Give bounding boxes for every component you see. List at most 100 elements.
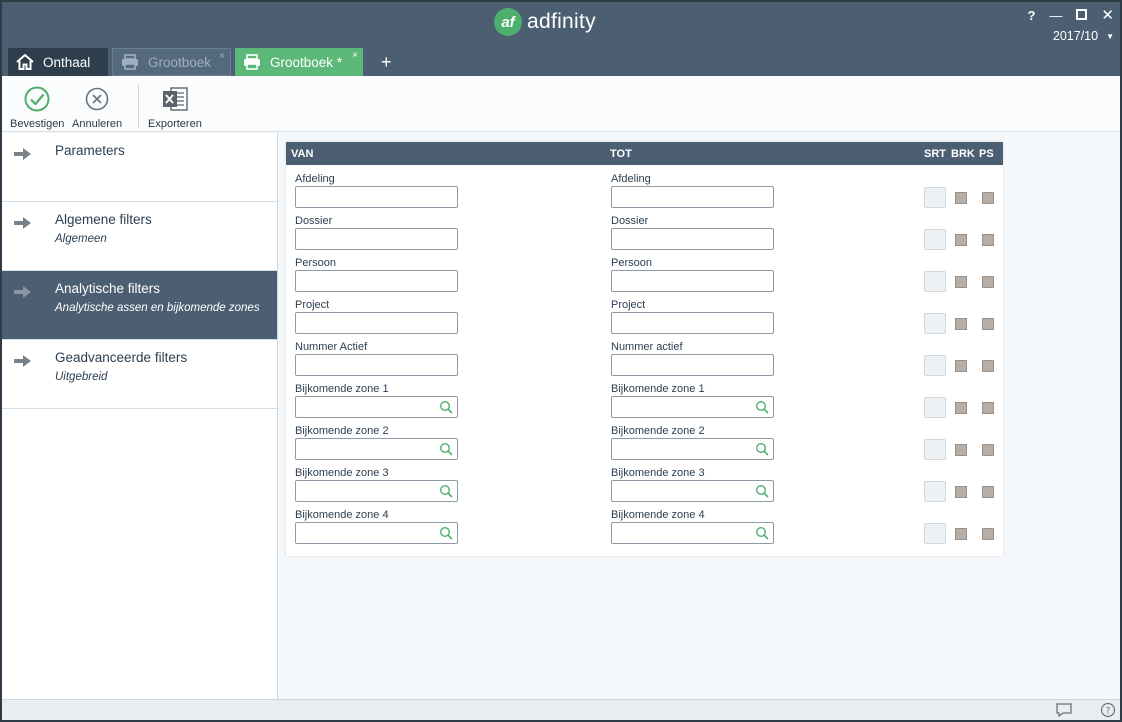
add-tab-button[interactable]: +: [367, 48, 406, 76]
srt-field[interactable]: [924, 397, 946, 418]
cancel-label: Annuleren: [72, 118, 123, 130]
tab-onthaal[interactable]: Onthaal: [8, 48, 108, 76]
search-icon[interactable]: [755, 484, 769, 503]
srt-field[interactable]: [924, 187, 946, 208]
tab-bar: Onthaal Grootboek × Grootboek * × +: [8, 48, 406, 76]
close-button[interactable]: ✕: [1101, 6, 1114, 24]
ps-checkbox[interactable]: [982, 276, 994, 288]
sidebar-item-algemene-filters[interactable]: Algemene filters Algemeen: [2, 202, 277, 271]
ps-checkbox[interactable]: [982, 402, 994, 414]
ps-checkbox[interactable]: [982, 444, 994, 456]
confirm-button[interactable]: Bevestigen: [10, 86, 64, 130]
ps-checkbox[interactable]: [982, 528, 994, 540]
svg-text:?: ?: [1106, 707, 1111, 717]
filter-row: Bijkomende zone 1 Bijkomende zone 1: [286, 383, 1003, 425]
srt-field[interactable]: [924, 229, 946, 250]
tot-input[interactable]: [611, 270, 774, 292]
brk-checkbox[interactable]: [955, 486, 967, 498]
arrow-right-icon: [14, 354, 32, 372]
tot-label: Nummer actief: [611, 341, 683, 353]
help-button[interactable]: ?: [1027, 8, 1035, 23]
chat-icon[interactable]: [1055, 702, 1073, 720]
ps-checkbox[interactable]: [982, 360, 994, 372]
tot-label: Afdeling: [611, 173, 651, 185]
van-input[interactable]: [295, 480, 458, 502]
brk-checkbox[interactable]: [955, 192, 967, 204]
van-input[interactable]: [295, 312, 458, 334]
van-input[interactable]: [295, 228, 458, 250]
export-button[interactable]: Exporteren: [148, 86, 202, 130]
brk-checkbox[interactable]: [955, 318, 967, 330]
search-icon[interactable]: [755, 442, 769, 461]
search-icon[interactable]: [439, 400, 453, 419]
van-input[interactable]: [295, 522, 458, 544]
tot-input[interactable]: [611, 354, 774, 376]
search-icon[interactable]: [439, 526, 453, 545]
maximize-button[interactable]: [1076, 8, 1088, 23]
brk-checkbox[interactable]: [955, 444, 967, 456]
sidebar-item-parameters[interactable]: Parameters: [2, 133, 277, 202]
cancel-button[interactable]: Annuleren: [72, 86, 122, 130]
brk-checkbox[interactable]: [955, 234, 967, 246]
window-controls: ? — ✕: [1027, 6, 1114, 24]
tot-input[interactable]: [611, 186, 774, 208]
search-icon[interactable]: [755, 526, 769, 545]
search-icon[interactable]: [755, 400, 769, 419]
tot-label: Bijkomende zone 4: [611, 509, 705, 521]
header-van: VAN: [291, 148, 314, 160]
ps-checkbox[interactable]: [982, 318, 994, 330]
tab-close-icon[interactable]: ×: [219, 51, 225, 62]
brk-checkbox[interactable]: [955, 276, 967, 288]
ps-checkbox[interactable]: [982, 192, 994, 204]
sidebar-item-title: Algemene filters: [55, 212, 152, 227]
srt-field[interactable]: [924, 439, 946, 460]
header-tot: TOT: [610, 148, 632, 160]
tab-grootboek-1[interactable]: Grootboek ×: [112, 48, 231, 76]
van-label: Afdeling: [295, 173, 335, 185]
toolbar-divider: [138, 84, 139, 128]
period-selector[interactable]: 2017/10 ▼: [1053, 29, 1114, 43]
tot-input[interactable]: [611, 312, 774, 334]
period-value: 2017/10: [1052, 29, 1099, 43]
srt-field[interactable]: [924, 271, 946, 292]
filter-row: Dossier Dossier: [286, 215, 1003, 257]
srt-field[interactable]: [924, 313, 946, 334]
ps-checkbox[interactable]: [982, 234, 994, 246]
tab-close-icon[interactable]: ×: [352, 50, 358, 61]
help-circle-icon[interactable]: ?: [1100, 702, 1116, 720]
van-label: Bijkomende zone 1: [295, 383, 389, 395]
tot-input[interactable]: [611, 396, 774, 418]
srt-field[interactable]: [924, 355, 946, 376]
tab-grootboek-2[interactable]: Grootboek * ×: [235, 48, 363, 76]
tot-input[interactable]: [611, 438, 774, 460]
van-input[interactable]: [295, 354, 458, 376]
brk-checkbox[interactable]: [955, 402, 967, 414]
tot-input[interactable]: [611, 522, 774, 544]
van-input[interactable]: [295, 396, 458, 418]
brk-checkbox[interactable]: [955, 528, 967, 540]
filter-row: Persoon Persoon: [286, 257, 1003, 299]
header-ps: PS: [979, 148, 994, 160]
filter-row: Bijkomende zone 4 Bijkomende zone 4: [286, 509, 1003, 551]
van-input[interactable]: [295, 186, 458, 208]
tot-label: Bijkomende zone 2: [611, 425, 705, 437]
search-icon[interactable]: [439, 442, 453, 461]
srt-field[interactable]: [924, 523, 946, 544]
panel-header: VAN TOT SRT BRK PS: [286, 142, 1003, 165]
van-input[interactable]: [295, 270, 458, 292]
sidebar: Parameters Algemene filters Algemeen Ana…: [2, 133, 278, 699]
tot-input[interactable]: [611, 228, 774, 250]
search-icon[interactable]: [439, 484, 453, 503]
brk-checkbox[interactable]: [955, 360, 967, 372]
ps-checkbox[interactable]: [982, 486, 994, 498]
van-label: Project: [295, 299, 330, 311]
tot-input[interactable]: [611, 480, 774, 502]
van-label: Persoon: [295, 257, 336, 269]
logo-text: adfinity: [527, 10, 596, 33]
sidebar-item-analytische-filters[interactable]: Analytische filters Analytische assen en…: [2, 271, 277, 340]
srt-field[interactable]: [924, 481, 946, 502]
sidebar-item-geavanceerde-filters[interactable]: Geadvanceerde filters Uitgebreid: [2, 340, 277, 409]
van-input[interactable]: [295, 438, 458, 460]
minimize-button[interactable]: —: [1049, 8, 1062, 23]
sidebar-item-title: Geadvanceerde filters: [55, 350, 188, 365]
